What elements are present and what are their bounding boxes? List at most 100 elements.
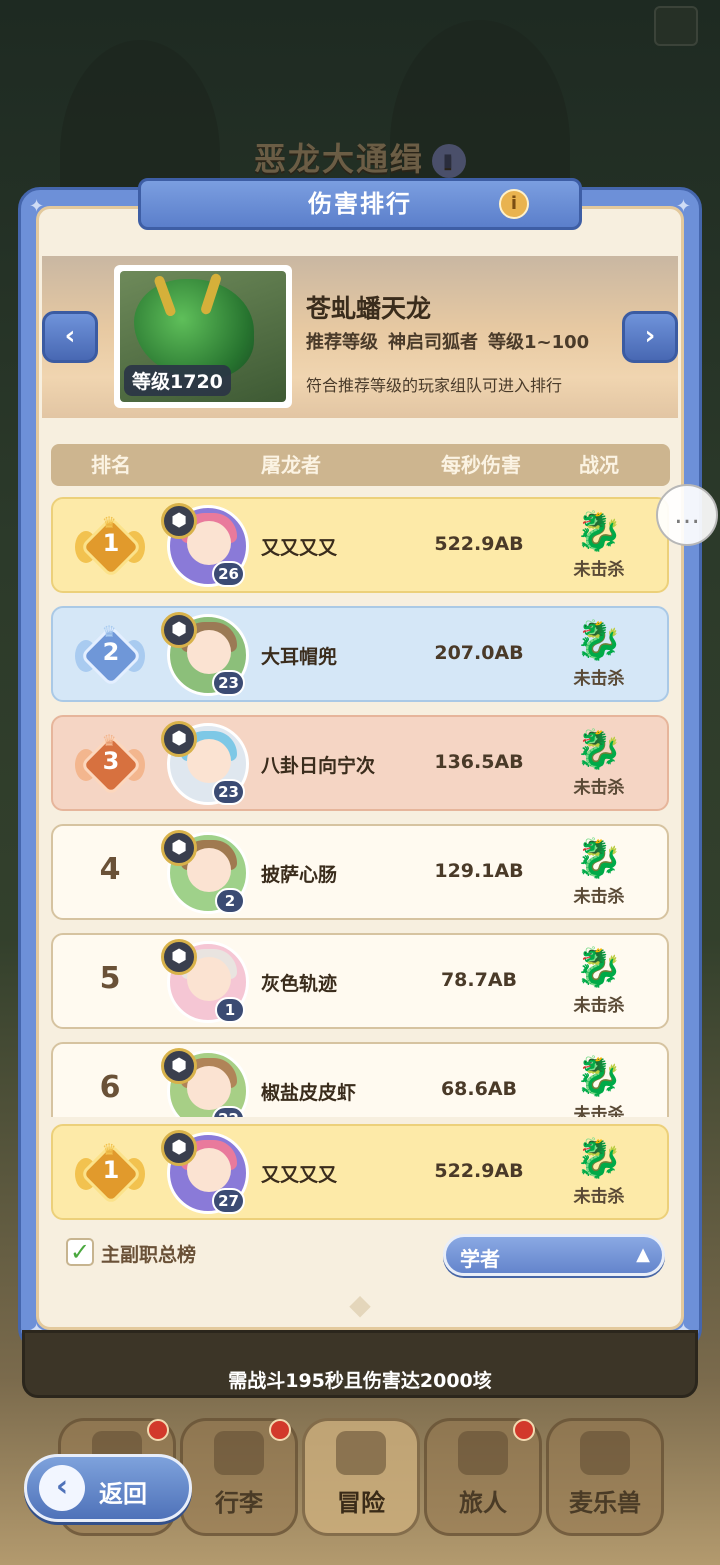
notification-dot <box>513 1419 535 1441</box>
table-row[interactable]: ♛ 1 ⬢ 26 又又又又 522.9AB 🐉 未击杀 <box>51 497 669 593</box>
player-name: 灰色轨迹 <box>261 973 338 995</box>
avatar[interactable]: ⬢ 1 <box>161 939 253 1025</box>
ornament-decoration: ◆ <box>349 1288 371 1321</box>
menu-icon[interactable] <box>654 6 698 46</box>
avatar[interactable]: ⬢ 26 <box>161 503 253 589</box>
avatar[interactable]: ⬢ 23 <box>161 612 253 698</box>
dragon-silhouette-icon: 🐉 <box>575 836 623 880</box>
nav-label: 行李 <box>215 1489 263 1517</box>
avatar[interactable]: ⬢ 22 <box>161 1048 253 1117</box>
battle-status: 🐉 未击杀 <box>557 943 641 1016</box>
notification-dot <box>269 1419 291 1441</box>
book-icon[interactable]: ▮ <box>432 144 466 178</box>
avatar[interactable]: ⬢ 2 <box>161 830 253 916</box>
backpack-icon <box>214 1431 264 1475</box>
rank-number: 6 <box>99 1070 121 1105</box>
rec-label: 推荐等级 <box>306 332 378 353</box>
avatar[interactable]: ⬢ 27 <box>161 1130 253 1216</box>
table-row[interactable]: ♛ 3 ⬢ 23 八卦日向宁次 136.5AB 🐉 未击杀 <box>51 715 669 811</box>
status-label: 未击杀 <box>573 778 625 798</box>
player-level: 27 <box>212 1188 245 1214</box>
rec-range: 等级1~100 <box>488 332 590 353</box>
class-badge-icon: ⬢ <box>161 503 197 539</box>
rank-number: 2 <box>102 638 120 666</box>
nav-label: 麦乐兽 <box>569 1489 641 1517</box>
back-button[interactable]: ‹ 返回 <box>24 1454 192 1522</box>
boss-recommendation: 推荐等级 神启司狐者 等级1~100 <box>306 328 599 354</box>
panel-header: 伤害排行 i <box>138 178 582 230</box>
status-label: 未击杀 <box>573 669 625 689</box>
table-row[interactable]: 5 ⬢ 1 灰色轨迹 78.7AB 🐉 未击杀 <box>51 933 669 1029</box>
status-label: 未击杀 <box>573 560 625 580</box>
player-name: 椒盐皮皮虾 <box>261 1082 357 1104</box>
my-rank-row[interactable]: ♛ 1 ⬢ 27 又又又又 522.9AB 🐉 未击杀 <box>51 1124 669 1220</box>
requirement-text: 需战斗195秒且伤害达2000垓 <box>228 1370 492 1392</box>
chat-icon[interactable]: … <box>656 484 718 546</box>
damage-value: 207.0AB <box>434 642 524 664</box>
fox-icon <box>580 1431 630 1475</box>
table-row[interactable]: 6 ⬢ 22 椒盐皮皮虾 68.6AB 🐉 未击杀 <box>51 1042 669 1117</box>
back-label: 返回 <box>99 1480 147 1508</box>
caret-up-icon: ▲ <box>636 1244 650 1265</box>
class-select-value: 学者 <box>460 1247 500 1271</box>
notification-dot <box>147 1419 169 1441</box>
nav-label: 冒险 <box>337 1489 385 1517</box>
nav-item-luggage[interactable]: 行李 <box>180 1418 298 1536</box>
rank-number: 3 <box>102 747 120 775</box>
gold-medal-icon: ♛ 1 <box>75 1140 145 1206</box>
player-name: 披萨心肠 <box>261 864 338 886</box>
class-badge-icon: ⬢ <box>161 830 197 866</box>
nav-item-traveler[interactable]: 旅人 <box>424 1418 542 1536</box>
dragon-silhouette-icon: 🐉 <box>575 509 623 553</box>
damage-value: 522.9AB <box>434 1160 524 1182</box>
dragon-silhouette-icon: 🐉 <box>575 727 623 771</box>
dragon-silhouette-icon: 🐉 <box>575 618 623 662</box>
player-name: 大耳帽兜 <box>261 646 338 668</box>
player-level: 23 <box>212 670 245 696</box>
crossed-swords-icon <box>336 1431 386 1475</box>
avatar[interactable]: ⬢ 23 <box>161 721 253 807</box>
player-name: 又又又又 <box>261 1164 338 1186</box>
boss-level-badge: 等级1720 <box>124 365 231 396</box>
battle-status: 🐉 未击杀 <box>557 1052 641 1117</box>
dragon-silhouette-icon: 🐉 <box>575 1136 623 1180</box>
ranking-list[interactable]: ♛ 1 ⬢ 26 又又又又 522.9AB 🐉 未击杀 ♛ 2 ⬢ 23 大耳帽… <box>40 490 680 1117</box>
nav-item-adventure[interactable]: 冒险 <box>302 1418 420 1536</box>
rank-number: 5 <box>99 961 121 996</box>
rank-number: 4 <box>99 852 121 887</box>
scene-title: 恶龙大通缉 ▮ <box>0 134 720 180</box>
bronze-medal-icon: ♛ 3 <box>75 731 145 797</box>
silver-medal-icon: ♛ 2 <box>75 622 145 688</box>
star-decoration-icon: ✦ <box>29 196 45 217</box>
player-name: 又又又又 <box>261 537 338 559</box>
star-decoration-icon: ✦ <box>675 196 691 217</box>
traveler-icon <box>458 1431 508 1475</box>
boss-name: 苍虬蟠天龙 <box>306 294 432 323</box>
next-boss-button[interactable]: › <box>622 311 678 363</box>
checkbox-label[interactable]: 主副职总榜 <box>101 1240 196 1267</box>
class-badge-icon: ⬢ <box>161 612 197 648</box>
header-player: 屠龙者 <box>261 453 321 477</box>
player-name: 八卦日向宁次 <box>261 755 376 777</box>
info-icon[interactable]: i <box>499 189 529 219</box>
damage-value: 136.5AB <box>434 751 524 773</box>
nav-item-pets[interactable]: 麦乐兽 <box>546 1418 664 1536</box>
class-badge-icon: ⬢ <box>161 721 197 757</box>
prev-boss-button[interactable]: ‹ <box>42 311 98 363</box>
battle-status: 🐉 未击杀 <box>557 1134 641 1207</box>
table-row[interactable]: 4 ⬢ 2 披萨心肠 129.1AB 🐉 未击杀 <box>51 824 669 920</box>
overall-rank-checkbox[interactable]: ✓ <box>66 1238 94 1266</box>
rec-class: 神启司狐者 <box>388 332 478 353</box>
battle-status: 🐉 未击杀 <box>557 507 641 580</box>
class-select[interactable]: 学者 ▲ <box>443 1234 665 1276</box>
status-label: 未击杀 <box>573 1105 625 1117</box>
player-level: 2 <box>215 888 245 914</box>
dragon-head <box>134 279 254 379</box>
boss-note: 符合推荐等级的玩家组队可进入排行 <box>306 376 563 395</box>
rank-number: 1 <box>102 529 120 557</box>
dragon-image: 等级1720 <box>120 271 286 402</box>
battle-status: 🐉 未击杀 <box>557 834 641 907</box>
table-row[interactable]: ♛ 2 ⬢ 23 大耳帽兜 207.0AB 🐉 未击杀 <box>51 606 669 702</box>
damage-value: 129.1AB <box>434 860 524 882</box>
status-label: 未击杀 <box>573 1187 625 1207</box>
